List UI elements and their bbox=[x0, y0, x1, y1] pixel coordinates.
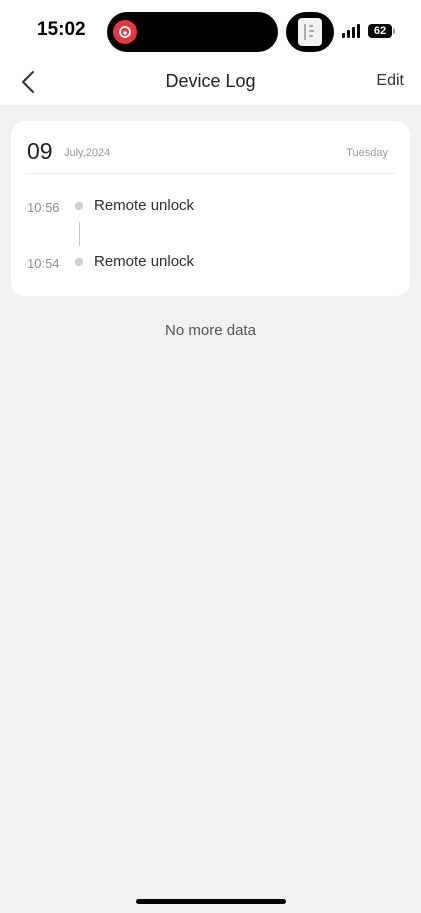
page-title: Device Log bbox=[165, 71, 256, 91]
status-bar: 15:02 62 bbox=[0, 0, 421, 60]
battery-tip bbox=[393, 28, 395, 34]
month-year: July,2024 bbox=[64, 147, 111, 159]
no-more-data-label: No more data bbox=[165, 322, 256, 339]
log-entry-time: 10:54 bbox=[27, 256, 60, 271]
live-activity-pill[interactable] bbox=[286, 12, 334, 52]
nav-bar: Device Log Edit bbox=[0, 60, 421, 105]
netease-music-icon bbox=[113, 20, 137, 44]
battery-icon: 62 bbox=[368, 24, 392, 38]
app-thumbnail-icon bbox=[298, 18, 322, 46]
log-entry-event: Remote unlock bbox=[94, 253, 195, 270]
signal-icon bbox=[342, 24, 360, 38]
timeline-connector bbox=[79, 222, 80, 246]
divider bbox=[26, 173, 395, 174]
home-indicator[interactable] bbox=[136, 899, 286, 904]
edit-button[interactable]: Edit bbox=[376, 72, 404, 90]
day-number: 09 bbox=[27, 138, 53, 164]
battery-level: 62 bbox=[373, 25, 387, 37]
weekday: Tuesday bbox=[346, 147, 388, 159]
timeline-dot bbox=[75, 202, 83, 210]
timeline-dot bbox=[75, 258, 83, 266]
log-entry-time: 10:56 bbox=[27, 200, 60, 215]
log-entry-event: Remote unlock bbox=[94, 197, 195, 214]
log-day-card: 09 July,2024 Tuesday 10:56 Remote unlock… bbox=[11, 121, 410, 296]
status-time: 15:02 bbox=[37, 19, 86, 40]
dynamic-island[interactable] bbox=[107, 12, 278, 52]
